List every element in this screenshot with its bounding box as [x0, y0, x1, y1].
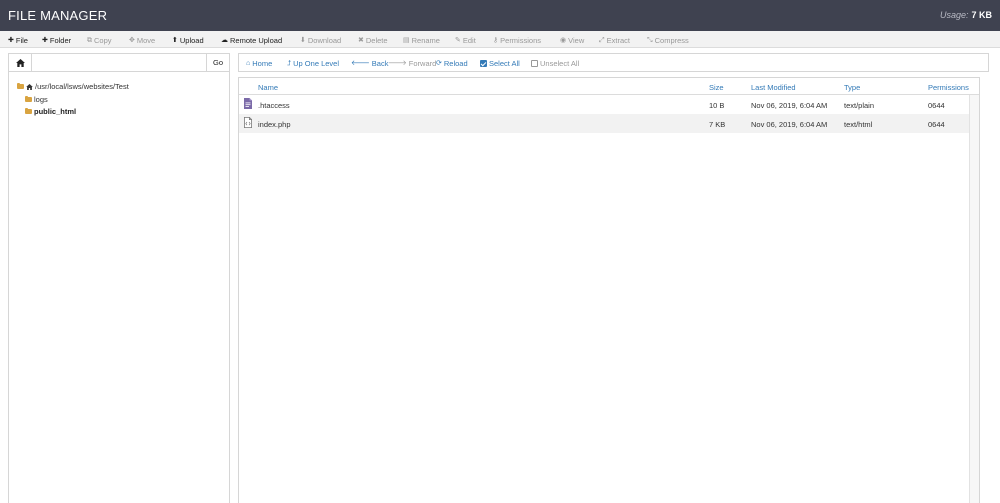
vertical-scrollbar[interactable]	[969, 95, 979, 503]
file-type: text/plain	[844, 101, 875, 110]
code-file-icon	[244, 117, 252, 128]
file-table: Name Size Last Modified Type Permissions…	[238, 77, 980, 503]
refresh-icon: ⟳	[436, 60, 442, 67]
usage-label: Usage:	[939, 10, 969, 20]
extract-button[interactable]: ⤢ Extract	[599, 35, 630, 45]
download-button[interactable]: ⬇ Download	[300, 35, 341, 45]
expand-icon: ⤢	[599, 36, 605, 44]
tree-item-logs[interactable]: logs	[25, 95, 48, 104]
usage-indicator: Usage: 7 KB	[940, 10, 992, 20]
compress-icon: ⤡	[647, 36, 653, 44]
column-header-permissions[interactable]: Permissions	[928, 83, 969, 92]
delete-button[interactable]: ✖ Delete	[358, 35, 388, 45]
up-one-level-button[interactable]: ⮥ Up One Level	[287, 59, 339, 68]
table-row[interactable]: index.php 7 KB Nov 06, 2019, 6:04 AM tex…	[239, 114, 979, 133]
home-icon	[26, 83, 33, 90]
file-size: 10 B	[709, 101, 725, 110]
path-home-button[interactable]	[9, 54, 32, 71]
new-file-button[interactable]: ✚ File	[8, 35, 28, 45]
edit-button[interactable]: ✎ Edit	[455, 35, 476, 45]
arrow-left-icon: 🡐	[351, 60, 370, 67]
file-modified: Nov 06, 2019, 6:04 AM	[751, 120, 828, 129]
remote-upload-button[interactable]: ☁ Remote Upload	[221, 35, 282, 45]
copy-icon: ⧉	[87, 36, 92, 44]
navigation-bar: ⌂ Home ⮥ Up One Level 🡐 Back 🡒 Forward ⟳ Relo…	[238, 53, 989, 72]
table-row[interactable]: .htaccess 10 B Nov 06, 2019, 6:04 AM tex…	[239, 95, 979, 114]
folder-open-icon	[17, 82, 24, 89]
column-header-type[interactable]: Type	[844, 83, 860, 92]
plus-icon: ✚	[42, 36, 48, 44]
cloud-upload-icon: ☁	[221, 36, 228, 44]
app-title: FILE MANAGER	[8, 8, 108, 23]
file-permissions: 0644	[928, 101, 945, 110]
move-button[interactable]: ✥ Move	[129, 35, 155, 45]
folder-open-icon	[25, 107, 32, 114]
view-button[interactable]: ◉ View	[560, 35, 584, 45]
copy-button[interactable]: ⧉ Copy	[87, 35, 112, 45]
file-name: index.php	[258, 120, 291, 129]
key-icon: ⚷	[493, 36, 499, 44]
move-icon: ✥	[129, 36, 135, 44]
unselect-all-button[interactable]: Unselect All	[531, 59, 579, 68]
delete-icon: ✖	[358, 36, 364, 44]
home-button[interactable]: ⌂ Home	[246, 59, 272, 68]
compress-button[interactable]: ⤡ Compress	[647, 35, 689, 45]
upload-icon: ⬆	[172, 36, 178, 44]
rename-button[interactable]: ▤ Rename	[403, 35, 440, 45]
column-header-size[interactable]: Size	[709, 83, 724, 92]
text-file-icon	[244, 98, 252, 109]
file-type: text/html	[844, 120, 873, 129]
column-header-name[interactable]: Name	[258, 83, 278, 92]
back-button[interactable]: 🡐 Back	[351, 59, 388, 68]
path-input[interactable]	[33, 56, 203, 69]
edit-icon: ✎	[455, 36, 461, 44]
tree-item-public-html[interactable]: public_html	[25, 107, 76, 116]
upload-button[interactable]: ⬆ Upload	[172, 35, 204, 45]
app-header: FILE MANAGER Usage: 7 KB	[0, 0, 1000, 31]
arrow-right-icon: 🡒	[388, 60, 407, 67]
home-icon	[15, 58, 25, 67]
tree-root[interactable]: /usr/local/lsws/websites/Test	[17, 82, 129, 91]
path-bar: Go	[9, 54, 229, 72]
select-all-button[interactable]: Select All	[480, 59, 520, 68]
checkbox-checked-icon	[480, 60, 487, 67]
home-icon: ⌂	[246, 60, 251, 67]
folder-icon	[25, 95, 32, 102]
file-panel: ⌂ Home ⮥ Up One Level 🡐 Back 🡒 Forward ⟳ Relo…	[238, 53, 989, 503]
level-up-icon: ⮥	[287, 60, 292, 67]
directory-panel: Go /usr/local/lsws/websites/Test logs pu…	[8, 53, 230, 503]
permissions-button[interactable]: ⚷ Permissions	[493, 35, 541, 45]
rename-icon: ▤	[403, 36, 410, 44]
file-name: .htaccess	[258, 101, 290, 110]
usage-value: 7 KB	[971, 10, 992, 20]
new-folder-button[interactable]: ✚ Folder	[42, 35, 71, 45]
reload-button[interactable]: ⟳ Reload	[436, 59, 468, 68]
checkbox-empty-icon	[531, 60, 538, 67]
toolbar: ✚ File ✚ Folder ⧉ Copy ✥ Move ⬆ Upload ☁ Remot…	[0, 31, 1000, 48]
eye-icon: ◉	[560, 36, 567, 44]
file-size: 7 KB	[709, 120, 726, 129]
file-modified: Nov 06, 2019, 6:04 AM	[751, 101, 828, 110]
file-permissions: 0644	[928, 120, 945, 129]
download-icon: ⬇	[300, 36, 306, 44]
go-button[interactable]: Go	[206, 54, 229, 71]
column-header-last-modified[interactable]: Last Modified	[751, 83, 796, 92]
plus-icon: ✚	[8, 36, 14, 44]
forward-button[interactable]: 🡒 Forward	[388, 59, 436, 68]
